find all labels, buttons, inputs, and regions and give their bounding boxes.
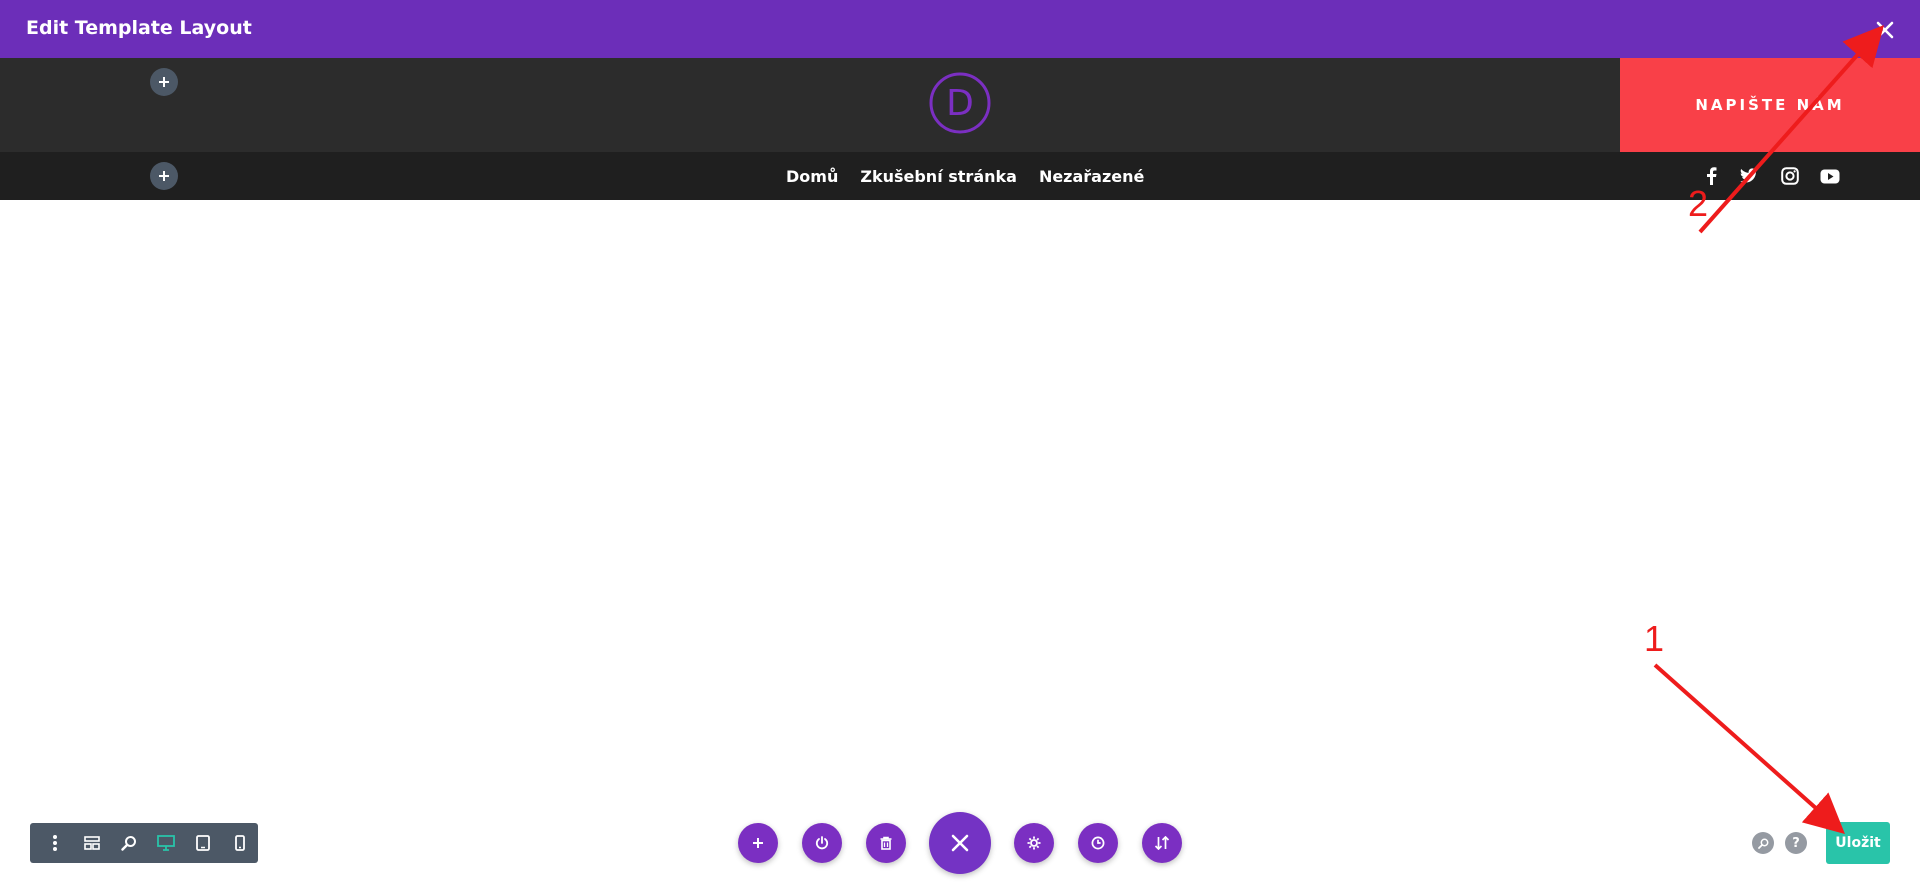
logo-letter: D — [946, 83, 974, 124]
page-settings-button[interactable] — [1014, 823, 1054, 863]
tablet-icon[interactable] — [184, 823, 221, 863]
editor-title: Edit Template Layout — [26, 17, 252, 39]
nav-item-zkusebni-stranka[interactable]: Zkušební stránka — [860, 167, 1017, 186]
add-row-button-2[interactable] — [150, 162, 178, 190]
site-header: D NAPIŠTE NÁM — [0, 58, 1920, 152]
add-icon — [753, 838, 763, 848]
close-icon[interactable] — [1872, 17, 1898, 43]
editor-topbar: Edit Template Layout — [0, 0, 1920, 58]
power-icon — [815, 836, 829, 850]
view-mode-toolbar — [30, 823, 258, 863]
instagram-icon[interactable] — [1778, 164, 1802, 188]
trash-icon — [880, 836, 892, 850]
add-row-button[interactable] — [150, 68, 178, 96]
youtube-icon[interactable] — [1818, 164, 1842, 188]
close-icon — [951, 834, 969, 852]
help-button[interactable]: ? — [1785, 832, 1807, 854]
twitter-icon[interactable] — [1737, 164, 1761, 188]
zoom-icon[interactable] — [110, 823, 147, 863]
add-module-button[interactable] — [738, 823, 778, 863]
settings-icon — [1027, 836, 1041, 850]
sort-icon — [1154, 836, 1170, 850]
main-menu: Domů Zkušební stránka Nezařazené — [786, 152, 1144, 200]
phone-icon[interactable] — [221, 823, 258, 863]
cta-label: NAPIŠTE NÁM — [1695, 96, 1845, 114]
history-button[interactable] — [1078, 823, 1118, 863]
plus-icon — [159, 171, 169, 181]
plus-icon — [159, 77, 169, 87]
close-builder-menu-button[interactable] — [929, 812, 991, 874]
annotation-number-1: 1 — [1644, 618, 1665, 659]
help-label: ? — [1792, 835, 1800, 851]
more-vertical-icon[interactable] — [36, 823, 73, 863]
nav-item-nezarazene[interactable]: Nezařazené — [1039, 167, 1144, 186]
nav-item-domu[interactable]: Domů — [786, 167, 838, 186]
wireframe-icon[interactable] — [73, 823, 110, 863]
sort-button[interactable] — [1142, 823, 1182, 863]
history-icon — [1091, 836, 1105, 850]
save-button[interactable]: Uložit — [1826, 822, 1890, 864]
arrow-to-save — [1653, 663, 1845, 834]
desktop-icon[interactable] — [147, 823, 184, 863]
portability-button[interactable] — [802, 823, 842, 863]
annotation-number-2: 2 — [1688, 183, 1709, 224]
contact-cta-button[interactable]: NAPIŠTE NÁM — [1620, 58, 1920, 152]
clear-layout-button[interactable] — [866, 823, 906, 863]
site-logo[interactable]: D — [928, 71, 992, 135]
nav-bar: Domů Zkušební stránka Nezařazené — [0, 152, 1920, 200]
search-icon[interactable] — [1752, 832, 1774, 854]
